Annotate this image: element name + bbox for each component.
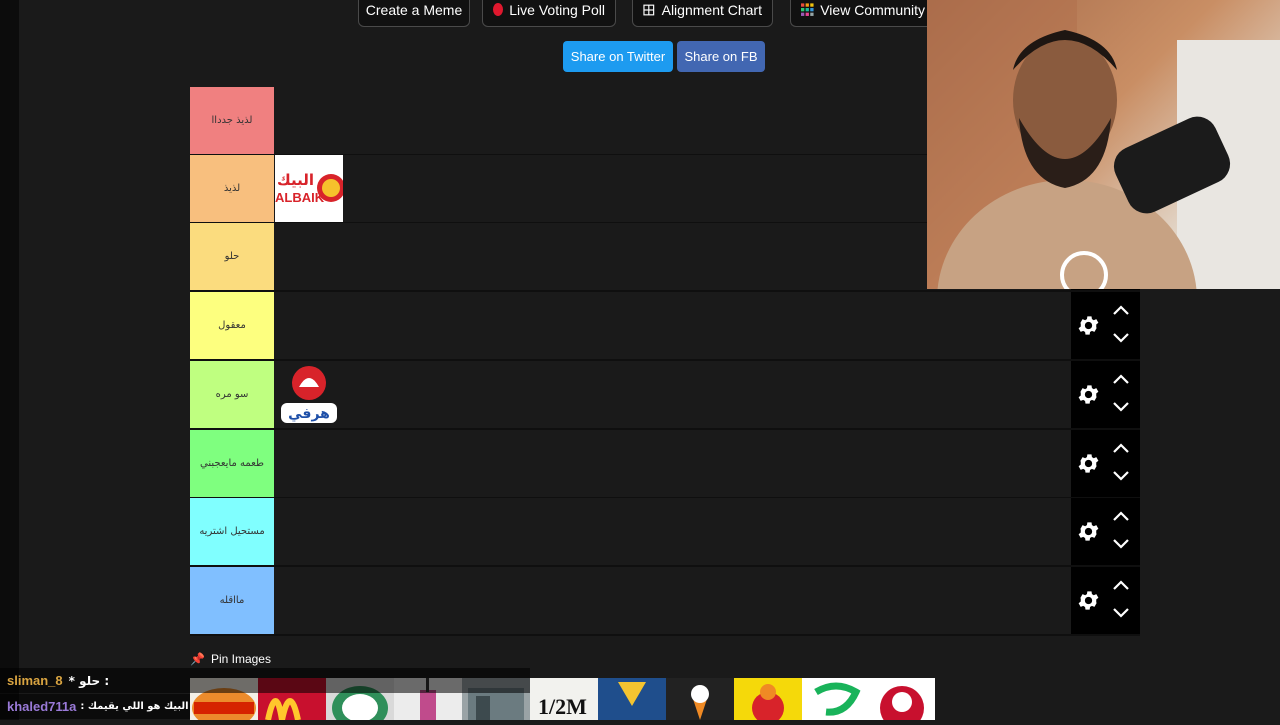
- tier-label[interactable]: لذيذ جدداا: [190, 87, 274, 154]
- live-voting-poll-button[interactable]: Live Voting Poll: [482, 0, 616, 27]
- tier-drop-zone[interactable]: هرفي: [275, 361, 1070, 428]
- chat-username: khaled711a: [7, 699, 77, 714]
- view-community-label: View Community: [820, 1, 925, 18]
- tray-chicken-thumb[interactable]: [734, 678, 802, 724]
- chevron-up-icon[interactable]: [1112, 579, 1130, 591]
- tier-drop-zone[interactable]: [275, 498, 1070, 565]
- chevron-up-icon[interactable]: [1112, 304, 1130, 316]
- tier-label[interactable]: سو مره: [190, 361, 274, 428]
- svg-text:ALBAIK: ALBAIK: [275, 190, 325, 205]
- share-twitter-label: Share on Twitter: [570, 49, 666, 64]
- chevron-up-icon[interactable]: [1112, 510, 1130, 522]
- tier-label-text: طعمه مايعجبني: [200, 458, 264, 469]
- chat-text: : البيك هو اللي يقيمك: [80, 701, 189, 712]
- tier-row: معقول: [190, 292, 1140, 361]
- herfy-logo-icon: هرفي: [281, 366, 337, 423]
- tier-row: مستحيل اشتريه: [190, 498, 1140, 567]
- tier-label-text: لذيذ جدداا: [211, 115, 253, 126]
- tier-drop-zone[interactable]: [275, 292, 1070, 359]
- green-script-logo-icon: [814, 682, 861, 716]
- icecream-cone-icon: [691, 685, 709, 720]
- tier-label[interactable]: مستحيل اشتريه: [190, 498, 274, 565]
- gear-icon[interactable]: [1076, 313, 1101, 338]
- tier-label-text: حلو: [224, 251, 240, 262]
- tier-label[interactable]: لذيذ: [190, 155, 274, 222]
- tier-label[interactable]: حلو: [190, 223, 274, 290]
- tray-kfc-thumb[interactable]: [870, 678, 935, 725]
- create-meme-button[interactable]: Create a Meme: [358, 0, 470, 27]
- pin-images-toggle[interactable]: 📌 Pin Images: [190, 652, 271, 666]
- svg-text:البيك: البيك: [277, 171, 314, 189]
- gear-icon[interactable]: [1076, 382, 1101, 407]
- gear-icon[interactable]: [1076, 588, 1101, 613]
- chevron-up-icon[interactable]: [1112, 442, 1130, 454]
- tier-label[interactable]: مااقله: [190, 567, 274, 634]
- tier-label-text: مستحيل اشتريه: [199, 526, 265, 537]
- herfy-logo-item[interactable]: هرفي: [275, 361, 343, 428]
- webcam-figure-icon: [927, 0, 1280, 289]
- color-grid-icon: [801, 2, 814, 16]
- chevron-up-icon[interactable]: [1112, 373, 1130, 385]
- tier-label[interactable]: طعمه مايعجبني: [190, 430, 274, 497]
- chicken-mascot-icon: [752, 684, 784, 724]
- tier-label[interactable]: معقول: [190, 292, 274, 359]
- tier-drop-zone[interactable]: [275, 567, 1070, 634]
- view-community-button[interactable]: View Community: [790, 0, 935, 27]
- tier-row: طعمه مايعجبني: [190, 430, 1140, 499]
- kfc-logo-icon: [880, 686, 924, 725]
- pin-images-label: Pin Images: [210, 652, 271, 666]
- record-dot-icon: [493, 3, 504, 16]
- chevron-down-icon[interactable]: [1112, 401, 1130, 413]
- tier-controls: [1071, 430, 1140, 497]
- create-meme-label: Create a Meme: [365, 1, 463, 18]
- alignment-chart-label: Alignment Chart: [661, 1, 762, 18]
- share-fb-label: Share on FB: [684, 49, 758, 64]
- yellow-triangle-logo-icon: [618, 682, 646, 706]
- tier-label-text: لذيذ: [223, 183, 241, 194]
- share-fb-button[interactable]: Share on FB: [677, 41, 765, 72]
- half-m-label: 1/2M: [538, 694, 587, 719]
- tier-row: مااقله: [190, 567, 1140, 636]
- tier-label-text: معقول: [218, 320, 246, 331]
- share-twitter-button[interactable]: Share on Twitter: [563, 41, 673, 72]
- chat-username: sliman_8: [7, 673, 63, 688]
- tier-controls: [1071, 567, 1140, 634]
- tier-row: سو مره هرفي: [190, 361, 1140, 430]
- chevron-down-icon[interactable]: [1112, 470, 1130, 482]
- tier-controls: [1071, 361, 1140, 428]
- gear-icon[interactable]: [1076, 519, 1101, 544]
- tray-green-logo-thumb[interactable]: [802, 678, 870, 720]
- chat-message: sliman_8 * حلو :: [0, 668, 530, 693]
- tray-half-m-thumb[interactable]: 1/2M: [530, 678, 598, 720]
- left-edge-strip: [0, 0, 19, 720]
- svg-text:هرفي: هرفي: [288, 406, 330, 422]
- tray-icecream-thumb[interactable]: [666, 678, 734, 720]
- webcam-overlay: [927, 0, 1280, 289]
- pin-icon: 📌: [190, 652, 205, 666]
- tier-drop-zone[interactable]: [275, 430, 1070, 497]
- grid-icon: [643, 4, 655, 15]
- chat-text: * حلو :: [68, 673, 110, 688]
- chevron-down-icon[interactable]: [1112, 538, 1130, 550]
- tier-controls: [1071, 292, 1140, 359]
- alignment-chart-button[interactable]: Alignment Chart: [632, 0, 773, 27]
- tray-blue-logo-thumb[interactable]: [598, 678, 666, 720]
- albaik-logo-item[interactable]: البيك ALBAIK: [275, 155, 345, 222]
- chevron-down-icon[interactable]: [1112, 607, 1130, 619]
- tier-label-text: مااقله: [219, 595, 245, 606]
- tier-label-text: سو مره: [215, 389, 249, 400]
- gear-icon[interactable]: [1076, 451, 1101, 476]
- live-voting-poll-label: Live Voting Poll: [509, 1, 605, 18]
- albaik-logo-icon: البيك ALBAIK: [275, 155, 345, 222]
- chat-message: khaled711a : البيك هو اللي يقيمك: [0, 694, 190, 719]
- chevron-down-icon[interactable]: [1112, 332, 1130, 344]
- tier-controls: [1071, 498, 1140, 565]
